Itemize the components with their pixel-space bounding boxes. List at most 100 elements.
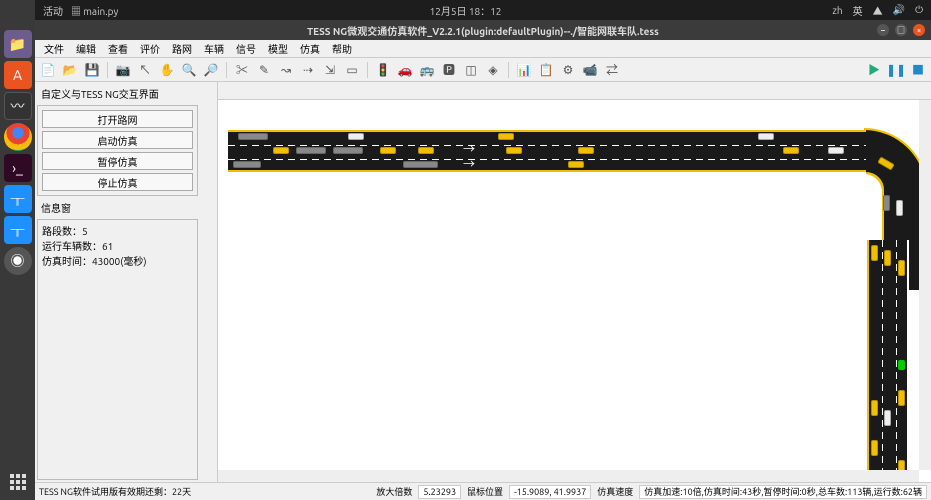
pointer-icon[interactable]: ↖ xyxy=(136,61,154,79)
menu-sim[interactable]: 仿真 xyxy=(295,41,325,56)
ruler-vertical xyxy=(200,82,218,482)
menu-signal[interactable]: 信号 xyxy=(231,41,261,56)
vehicle xyxy=(898,460,905,470)
network-icon[interactable]: ▲ xyxy=(873,3,883,18)
mouse-label: 鼠标位置 xyxy=(467,485,503,498)
vehicle xyxy=(871,440,878,456)
vehicle xyxy=(333,147,363,154)
app-icon-1[interactable]: ╥ xyxy=(4,185,32,213)
sidebar: 自定义与TESS NG交互界面 打开路网 启动仿真 暂停仿真 停止仿真 信息窗 … xyxy=(35,82,200,482)
disc-icon[interactable]: ◉ xyxy=(4,247,32,275)
menu-file[interactable]: 文件 xyxy=(39,41,69,56)
scrollbar-horizontal[interactable] xyxy=(218,470,919,482)
play-button[interactable]: ▶ xyxy=(865,61,883,79)
open-icon[interactable]: 📂 xyxy=(61,61,79,79)
workspace: 自定义与TESS NG交互界面 打开路网 启动仿真 暂停仿真 停止仿真 信息窗 … xyxy=(35,82,931,482)
menu-vehicle[interactable]: 车辆 xyxy=(199,41,229,56)
sim-time: 43000(毫秒) xyxy=(92,256,147,267)
software-store-icon[interactable]: A xyxy=(4,61,32,89)
direction-arrow-icon: → xyxy=(463,155,475,172)
links-count: 5 xyxy=(82,226,88,237)
zoom-label: 放大倍数 xyxy=(376,485,412,498)
panel-title: 自定义与TESS NG交互界面 xyxy=(37,84,198,103)
maximize-button[interactable]: □ xyxy=(895,24,907,36)
start-sim-button[interactable]: 启动仿真 xyxy=(42,131,193,149)
zoomin-icon[interactable]: 🔍 xyxy=(180,61,198,79)
gnome-topbar: 活动 ▦ main.py 12月5日 18：12 zh 英 ▲ 🔊 ⏻ xyxy=(35,0,931,20)
menu-help[interactable]: 帮助 xyxy=(327,41,357,56)
signal-icon[interactable]: 🚦 xyxy=(374,61,392,79)
ruler-horizontal xyxy=(218,82,931,100)
close-button[interactable]: × xyxy=(913,24,925,36)
vehicle xyxy=(418,147,434,154)
menu-model[interactable]: 模型 xyxy=(263,41,293,56)
chart-icon[interactable]: 📊 xyxy=(515,61,533,79)
zoomout-icon[interactable]: 🔎 xyxy=(202,61,220,79)
open-network-button[interactable]: 打开路网 xyxy=(42,110,193,128)
speed-label: 仿真速度 xyxy=(597,485,633,498)
launcher: 📁 A 〰 ›_ ╥ ╥ ◉ xyxy=(0,0,35,500)
detector-icon[interactable]: ◫ xyxy=(462,61,480,79)
stop-button[interactable]: ■ xyxy=(909,61,927,79)
vehicle xyxy=(828,147,844,154)
terminal-icon[interactable]: ›_ xyxy=(4,154,32,182)
lang-indicator[interactable]: 英 xyxy=(853,3,863,18)
vehicle xyxy=(898,390,905,406)
config-icon[interactable]: ⚙ xyxy=(559,61,577,79)
vehicle xyxy=(883,195,890,211)
monitor-icon[interactable]: 〰 xyxy=(4,92,32,120)
pause-button[interactable]: ❚❚ xyxy=(887,61,905,79)
vehicle xyxy=(871,400,878,416)
menu-view[interactable]: 查看 xyxy=(103,41,133,56)
new-icon[interactable]: 📄 xyxy=(39,61,57,79)
sound-icon[interactable]: 🔊 xyxy=(893,4,905,16)
convert-icon[interactable]: ⇄ xyxy=(603,61,621,79)
button-panel: 打开路网 启动仿真 暂停仿真 停止仿真 xyxy=(37,105,198,196)
signal-green xyxy=(898,360,905,370)
scrollbar-vertical[interactable] xyxy=(919,100,931,470)
minimize-button[interactable]: – xyxy=(877,24,889,36)
station-icon[interactable]: 🅿 xyxy=(440,61,458,79)
stop-sim-button[interactable]: 停止仿真 xyxy=(42,173,193,191)
pause-sim-button[interactable]: 暂停仿真 xyxy=(42,152,193,170)
report-icon[interactable]: 📋 xyxy=(537,61,555,79)
cut-icon[interactable]: ✂ xyxy=(233,61,251,79)
capture-icon[interactable]: 📷 xyxy=(114,61,132,79)
app-icon-2[interactable]: ╥ xyxy=(4,216,32,244)
statusbar: TESS NG软件试用版有效期还剩：22天 放大倍数 5.23293 鼠标位置 … xyxy=(35,482,931,500)
files-icon[interactable]: 📁 xyxy=(4,30,32,58)
menu-network[interactable]: 路网 xyxy=(167,41,197,56)
menu-eval[interactable]: 评价 xyxy=(135,41,165,56)
vehicle xyxy=(896,200,903,216)
edit-icon[interactable]: ✎ xyxy=(255,61,273,79)
menu-edit[interactable]: 编辑 xyxy=(71,41,101,56)
activities-button[interactable]: 活动 xyxy=(43,3,63,18)
main-area: 活动 ▦ main.py 12月5日 18：12 zh 英 ▲ 🔊 ⏻ TESS… xyxy=(35,0,931,500)
canvas-wrap: → → xyxy=(200,82,931,482)
chrome-icon[interactable] xyxy=(4,123,32,151)
show-applications-icon[interactable] xyxy=(10,474,26,490)
topbar-datetime[interactable]: 12月5日 18：12 xyxy=(430,3,502,18)
link-icon[interactable]: ↝ xyxy=(277,61,295,79)
simulation-canvas[interactable]: → → xyxy=(218,100,919,470)
app-window: 文件 编辑 查看 评价 路网 车辆 信号 模型 仿真 帮助 📄 📂 💾 📷 ↖ … xyxy=(35,40,931,500)
vehicle xyxy=(884,410,891,426)
car-icon[interactable]: 🚗 xyxy=(396,61,414,79)
trial-label: TESS NG软件试用版有效期还剩：22天 xyxy=(39,485,191,498)
hand-icon[interactable]: ✋ xyxy=(158,61,176,79)
vehicle xyxy=(273,147,289,154)
window-titlebar: TESS NG微观交通仿真软件_V2.2.1(plugin:defaultPlu… xyxy=(35,20,931,40)
topbar-app-name[interactable]: ▦ main.py xyxy=(71,3,118,18)
connector-icon[interactable]: ⇢ xyxy=(299,61,317,79)
ime-indicator[interactable]: zh xyxy=(832,5,842,16)
vehicle xyxy=(498,133,514,140)
camera-icon[interactable]: 📹 xyxy=(581,61,599,79)
reduce-icon[interactable]: ⇲ xyxy=(321,61,339,79)
area-icon[interactable]: ▭ xyxy=(343,61,361,79)
zone-icon[interactable]: ◈ xyxy=(484,61,502,79)
save-icon[interactable]: 💾 xyxy=(83,61,101,79)
bus-icon[interactable]: 🚌 xyxy=(418,61,436,79)
power-icon[interactable]: ⏻ xyxy=(915,4,923,16)
vehicle xyxy=(884,250,891,266)
toolbar: 📄 📂 💾 📷 ↖ ✋ 🔍 🔎 ✂ ✎ ↝ ⇢ ⇲ ▭ 🚦 🚗 🚌 🅿 ◫ ◈ … xyxy=(35,58,931,82)
